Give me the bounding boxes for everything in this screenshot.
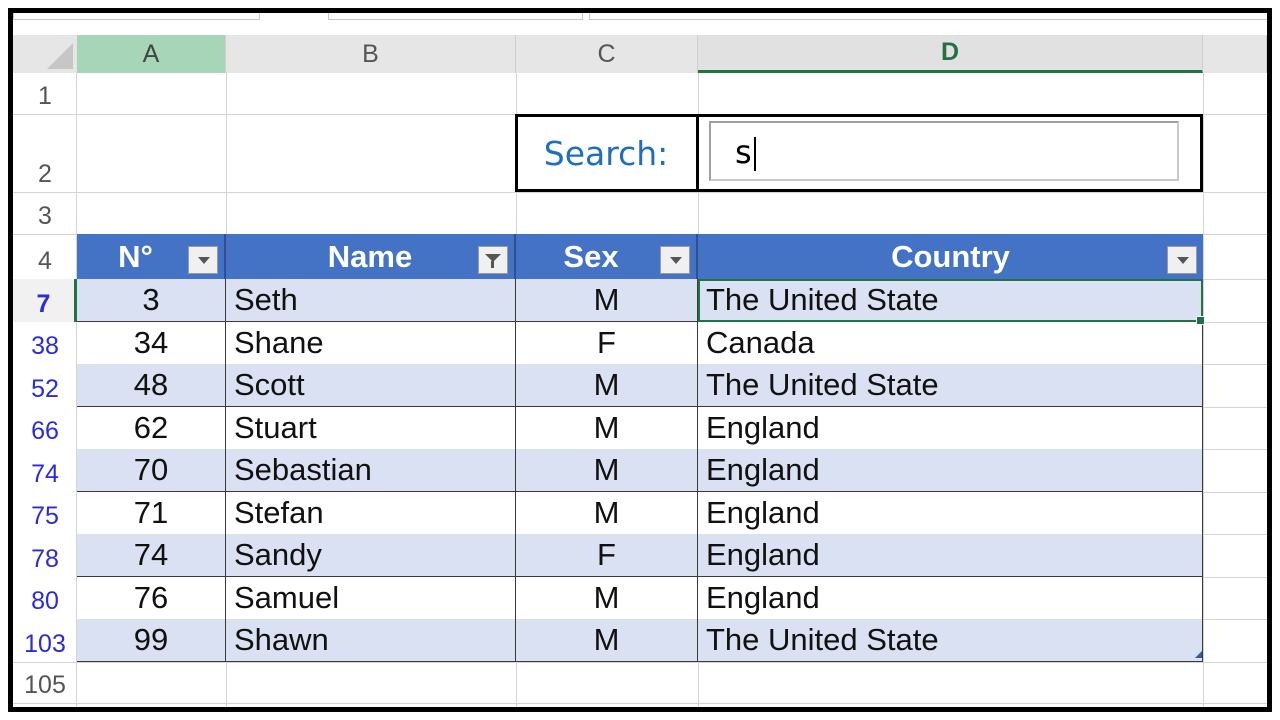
cell-sex[interactable]: F [516,322,698,364]
column-header-d[interactable]: D [698,35,1203,73]
table-row: 71 Stefan M England [77,492,1203,535]
row-header[interactable]: 80 [13,577,77,619]
filter-dropdown-icon[interactable] [1167,246,1197,274]
cell-name[interactable]: Sebastian [226,449,516,491]
cell-number[interactable]: 70 [77,449,226,491]
row-header[interactable]: 75 [13,492,77,534]
search-input-value: s [735,133,752,171]
column-header-c[interactable]: C [516,35,698,73]
row-header[interactable]: 2 [13,114,77,192]
table-header-name: Name [226,234,516,279]
filter-dropdown-icon[interactable] [660,246,690,274]
text-caret [753,137,756,171]
active-cell-outline [698,279,1203,322]
column-header-b[interactable]: B [226,35,516,73]
cell-sex[interactable]: M [516,577,698,619]
cell-number[interactable]: 34 [77,322,226,364]
table-row: 62 Stuart M England [77,407,1203,450]
filter-dropdown-icon[interactable] [188,246,218,274]
column-header-a[interactable]: A [77,35,226,73]
row-header[interactable]: 78 [13,534,77,577]
table-header-sex: Sex [516,234,698,279]
table-header-label: Country [891,238,1010,274]
cell-name[interactable]: Stuart [226,407,516,449]
column-header-e[interactable] [1203,35,1267,73]
cell-number[interactable]: 3 [77,279,226,321]
spreadsheet-frame: A B C D 1 2 3 4 7 38 52 66 74 75 78 80 1… [8,8,1272,712]
row-header[interactable]: 38 [13,322,77,364]
row-header[interactable]: 52 [13,364,77,407]
cell-sex[interactable]: M [516,279,698,321]
cell-number[interactable]: 76 [77,577,226,619]
cell-country[interactable]: England [698,534,1203,576]
table-row: 99 Shawn M The United State [77,619,1203,662]
row-header[interactable]: 74 [13,449,77,492]
cell-sex[interactable]: F [516,534,698,576]
row-header[interactable]: 105 [13,662,77,703]
cell-sex[interactable]: M [516,364,698,406]
ribbon-strip-segment [13,13,260,20]
table-header-label: N° [118,238,153,274]
table-row: 34 Shane F Canada [77,322,1203,365]
row-header[interactable]: 4 [13,234,77,279]
cell-name[interactable]: Samuel [226,577,516,619]
active-filter-icon[interactable] [478,246,508,274]
row-header[interactable]: 103 [13,619,77,662]
cell-number[interactable]: 74 [77,534,226,576]
table-header-country: Country [698,234,1203,279]
row-header[interactable]: 3 [13,192,77,234]
table-row: 76 Samuel M England [77,577,1203,620]
cell-country[interactable]: The United State [698,619,1203,661]
cell-name[interactable]: Seth [226,279,516,321]
cell-sex[interactable]: M [516,449,698,491]
cell-sex[interactable]: M [516,492,698,534]
table-row: 74 Sandy F England [77,534,1203,577]
fill-handle[interactable] [1196,316,1205,325]
cell-country[interactable]: Canada [698,322,1203,364]
cell-country[interactable]: England [698,449,1203,491]
cell-number[interactable]: 99 [77,619,226,661]
table-row: 70 Sebastian M England [77,449,1203,492]
cell-name[interactable]: Stefan [226,492,516,534]
cell-country[interactable]: England [698,407,1203,449]
row-header[interactable]: 7 [13,279,77,322]
row-header[interactable]: 66 [13,407,77,449]
cell-name[interactable]: Shawn [226,619,516,661]
search-label: Search: [543,133,669,173]
table-row: 48 Scott M The United State [77,364,1203,407]
cell-number[interactable]: 71 [77,492,226,534]
cell-sex[interactable]: M [516,619,698,661]
select-all-corner[interactable] [13,35,77,73]
cell-country[interactable]: The United State [698,364,1203,406]
cell-country[interactable]: England [698,577,1203,619]
cell-number[interactable]: 62 [77,407,226,449]
row-header[interactable]: 1 [13,73,77,114]
table-header-label: Sex [563,238,619,274]
table-header-number: N° [77,234,226,279]
ribbon-strip-segment [328,13,583,20]
cell-name[interactable]: Shane [226,322,516,364]
cell-name[interactable]: Scott [226,364,516,406]
cell-sex[interactable]: M [516,407,698,449]
cell-name[interactable]: Sandy [226,534,516,576]
search-input[interactable]: s [709,121,1179,181]
cell-country[interactable]: England [698,492,1203,534]
cell-number[interactable]: 48 [77,364,226,406]
table-resize-handle[interactable] [1195,651,1202,658]
ribbon-strip-segment [589,13,1267,20]
table-header-label: Name [327,238,413,274]
